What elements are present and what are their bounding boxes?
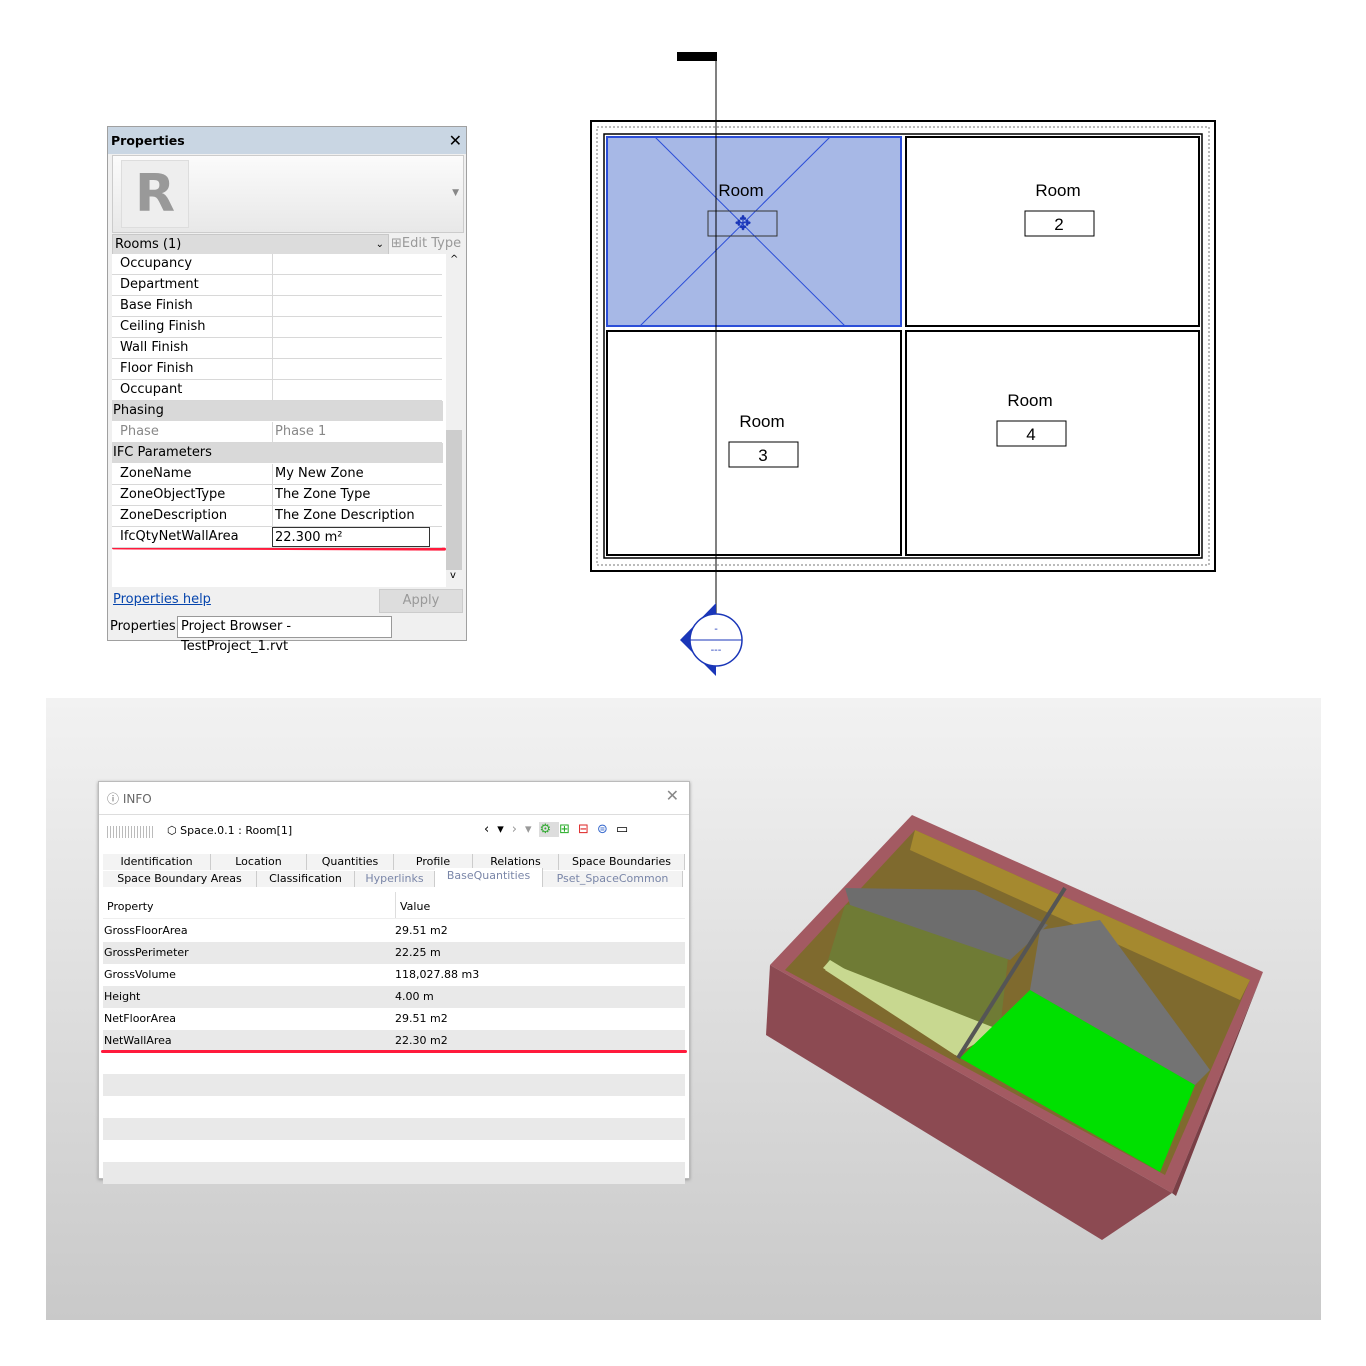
property-value: 118,027.88 m3	[395, 968, 480, 981]
info-panel: ⓘ INFO ✕ ⬡ Space.0.1 : Room[1] ‹▾›▾⚙⊞⊟⊜▭…	[98, 781, 690, 1184]
window-icon[interactable]: ▭	[616, 822, 636, 837]
drag-handle[interactable]	[107, 826, 155, 838]
tab[interactable]: Space Boundary Areas	[103, 871, 257, 887]
tab[interactable]: Classification	[257, 871, 355, 887]
property-name: NetWallArea	[104, 1034, 172, 1047]
empty-row	[103, 1052, 685, 1074]
tab[interactable]: Location	[211, 854, 307, 870]
property-value: 29.51 m2	[395, 924, 448, 937]
property-value: 4.00 m	[395, 990, 434, 1003]
empty-row	[103, 1140, 685, 1162]
tab[interactable]: Identification	[103, 854, 211, 870]
info-title: INFO	[122, 792, 152, 806]
filter-icon[interactable]: ⚙	[539, 822, 560, 837]
property-name: Height	[104, 990, 141, 1003]
info-icon: ⓘ	[107, 792, 120, 806]
info-header: ⓘ INFO	[107, 790, 152, 807]
tab[interactable]: Hyperlinks	[355, 871, 435, 887]
tab[interactable]: Quantities	[307, 854, 394, 870]
add-icon[interactable]: ⊞	[559, 822, 578, 837]
equal-icon[interactable]: ⊜	[597, 822, 616, 837]
empty-row	[103, 1096, 685, 1118]
property-value: 22.25 m	[395, 946, 441, 959]
tab[interactable]: Pset_SpaceCommon	[543, 871, 683, 887]
red-underline	[101, 1050, 687, 1053]
col-property: Property	[107, 900, 154, 913]
property-name: GrossPerimeter	[104, 946, 189, 959]
tab[interactable]: BaseQuantities	[435, 868, 543, 887]
property-name: NetFloorArea	[104, 1012, 176, 1025]
table-row[interactable]: NetFloorArea 29.51 m2	[103, 1008, 685, 1030]
empty-row	[103, 1074, 685, 1096]
table-row[interactable]: Height 4.00 m	[103, 986, 685, 1008]
table-header: Property Value	[103, 892, 685, 919]
back-icon[interactable]: ‹	[484, 822, 497, 837]
empty-row	[103, 1162, 685, 1184]
dropdown-icon[interactable]: ▾	[497, 822, 512, 837]
property-name: GrossFloorArea	[104, 924, 188, 937]
object-label: ⬡ Space.0.1 : Room[1]	[167, 824, 293, 837]
dropdown-icon[interactable]: ▾	[525, 822, 540, 837]
property-value: 22.30 m2	[395, 1034, 448, 1047]
nav-toolbar: ‹▾›▾⚙⊞⊟⊜▭	[484, 822, 636, 837]
property-name: GrossVolume	[104, 968, 176, 981]
col-value: Value	[395, 892, 430, 918]
property-value: 29.51 m2	[395, 1012, 448, 1025]
forward-icon[interactable]: ›	[512, 822, 525, 837]
table-row[interactable]: GrossVolume 118,027.88 m3	[103, 964, 685, 986]
close-icon[interactable]: ✕	[666, 786, 679, 805]
remove-icon[interactable]: ⊟	[578, 822, 597, 837]
empty-row	[103, 1118, 685, 1140]
divider	[99, 814, 689, 815]
tab[interactable]: Space Boundaries	[559, 854, 685, 870]
table-row[interactable]: NetWallArea 22.30 m2	[103, 1030, 685, 1052]
table-row[interactable]: GrossFloorArea 29.51 m2	[103, 920, 685, 942]
cube-icon: ⬡	[167, 824, 177, 837]
table-row[interactable]: GrossPerimeter 22.25 m	[103, 942, 685, 964]
